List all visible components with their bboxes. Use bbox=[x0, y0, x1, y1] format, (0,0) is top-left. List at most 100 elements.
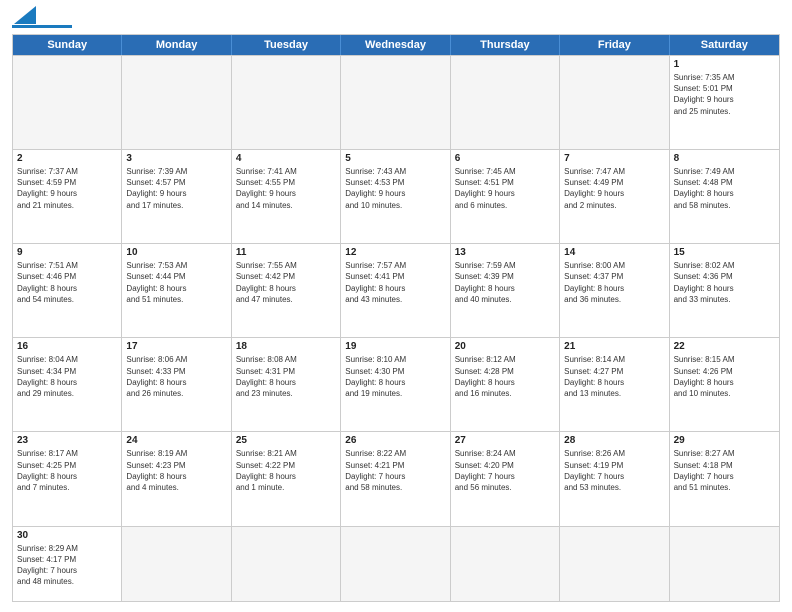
day-info: Sunrise: 7:53 AM Sunset: 4:44 PM Dayligh… bbox=[126, 260, 226, 305]
page: SundayMondayTuesdayWednesdayThursdayFrid… bbox=[0, 0, 792, 612]
calendar-cell: 15 Sunrise: 8:02 AM Sunset: 4:36 PM Dayli… bbox=[670, 244, 779, 337]
day-info: Sunrise: 8:29 AM Sunset: 4:17 PM Dayligh… bbox=[17, 543, 117, 588]
day-number: 15 bbox=[674, 247, 775, 258]
calendar-body: 1 Sunrise: 7:35 AM Sunset: 5:01 PM Daylig… bbox=[13, 55, 779, 601]
calendar-cell bbox=[341, 56, 450, 149]
weekday-header-friday: Friday bbox=[560, 35, 669, 55]
calendar-cell: 7 Sunrise: 7:47 AM Sunset: 4:49 PM Daylig… bbox=[560, 150, 669, 243]
day-info: Sunrise: 7:47 AM Sunset: 4:49 PM Dayligh… bbox=[564, 166, 664, 211]
day-number: 21 bbox=[564, 341, 664, 352]
calendar-cell bbox=[122, 56, 231, 149]
day-info: Sunrise: 8:00 AM Sunset: 4:37 PM Dayligh… bbox=[564, 260, 664, 305]
calendar-cell bbox=[560, 56, 669, 149]
logo bbox=[12, 10, 72, 28]
calendar-cell: 5 Sunrise: 7:43 AM Sunset: 4:53 PM Daylig… bbox=[341, 150, 450, 243]
day-number: 23 bbox=[17, 435, 117, 446]
day-number: 27 bbox=[455, 435, 555, 446]
calendar-cell: 6 Sunrise: 7:45 AM Sunset: 4:51 PM Daylig… bbox=[451, 150, 560, 243]
weekday-header-thursday: Thursday bbox=[451, 35, 560, 55]
calendar-cell: 18Sunrise: 8:08 AM Sunset: 4:31 PM Dayli… bbox=[232, 338, 341, 431]
day-number: 17 bbox=[126, 341, 226, 352]
calendar-row-5: 30 Sunrise: 8:29 AM Sunset: 4:17 PM Dayli… bbox=[13, 526, 779, 601]
day-number: 26 bbox=[345, 435, 445, 446]
day-number: 12 bbox=[345, 247, 445, 258]
day-info: Sunrise: 7:57 AM Sunset: 4:41 PM Dayligh… bbox=[345, 260, 445, 305]
day-info: Sunrise: 8:06 AM Sunset: 4:33 PM Dayligh… bbox=[126, 354, 226, 399]
day-info: Sunrise: 7:43 AM Sunset: 4:53 PM Dayligh… bbox=[345, 166, 445, 211]
day-number: 22 bbox=[674, 341, 775, 352]
calendar: SundayMondayTuesdayWednesdayThursdayFrid… bbox=[12, 34, 780, 602]
day-info: Sunrise: 7:59 AM Sunset: 4:39 PM Dayligh… bbox=[455, 260, 555, 305]
calendar-cell: 27 Sunrise: 8:24 AM Sunset: 4:20 PM Dayli… bbox=[451, 432, 560, 525]
calendar-cell: 3 Sunrise: 7:39 AM Sunset: 4:57 PM Daylig… bbox=[122, 150, 231, 243]
calendar-cell: 12 Sunrise: 7:57 AM Sunset: 4:41 PM Dayli… bbox=[341, 244, 450, 337]
calendar-cell: 1 Sunrise: 7:35 AM Sunset: 5:01 PM Daylig… bbox=[670, 56, 779, 149]
day-number: 30 bbox=[17, 530, 117, 541]
header bbox=[12, 10, 780, 28]
calendar-cell: 26 Sunrise: 8:22 AM Sunset: 4:21 PM Dayli… bbox=[341, 432, 450, 525]
day-info: Sunrise: 8:24 AM Sunset: 4:20 PM Dayligh… bbox=[455, 448, 555, 493]
calendar-cell: 2 Sunrise: 7:37 AM Sunset: 4:59 PM Daylig… bbox=[13, 150, 122, 243]
day-info: Sunrise: 7:45 AM Sunset: 4:51 PM Dayligh… bbox=[455, 166, 555, 211]
day-number: 1 bbox=[674, 59, 775, 70]
calendar-cell bbox=[341, 527, 450, 601]
calendar-cell bbox=[122, 527, 231, 601]
day-info: Sunrise: 8:17 AM Sunset: 4:25 PM Dayligh… bbox=[17, 448, 117, 493]
day-number: 24 bbox=[126, 435, 226, 446]
calendar-cell: 19Sunrise: 8:10 AM Sunset: 4:30 PM Dayli… bbox=[341, 338, 450, 431]
calendar-cell bbox=[232, 56, 341, 149]
calendar-cell: 10Sunrise: 7:53 AM Sunset: 4:44 PM Dayli… bbox=[122, 244, 231, 337]
calendar-cell: 8Sunrise: 7:49 AM Sunset: 4:48 PM Daylig… bbox=[670, 150, 779, 243]
day-info: Sunrise: 8:08 AM Sunset: 4:31 PM Dayligh… bbox=[236, 354, 336, 399]
calendar-cell: 24 Sunrise: 8:19 AM Sunset: 4:23 PM Dayli… bbox=[122, 432, 231, 525]
calendar-cell: 17 Sunrise: 8:06 AM Sunset: 4:33 PM Dayli… bbox=[122, 338, 231, 431]
weekday-header-saturday: Saturday bbox=[670, 35, 779, 55]
day-info: Sunrise: 7:37 AM Sunset: 4:59 PM Dayligh… bbox=[17, 166, 117, 211]
calendar-cell bbox=[451, 527, 560, 601]
day-info: Sunrise: 8:21 AM Sunset: 4:22 PM Dayligh… bbox=[236, 448, 336, 493]
day-number: 6 bbox=[455, 153, 555, 164]
calendar-cell: 13 Sunrise: 7:59 AM Sunset: 4:39 PM Dayli… bbox=[451, 244, 560, 337]
day-info: Sunrise: 8:02 AM Sunset: 4:36 PM Dayligh… bbox=[674, 260, 775, 305]
day-number: 13 bbox=[455, 247, 555, 258]
day-number: 28 bbox=[564, 435, 664, 446]
calendar-row-3: 16Sunrise: 8:04 AM Sunset: 4:34 PM Dayli… bbox=[13, 337, 779, 431]
day-info: Sunrise: 7:51 AM Sunset: 4:46 PM Dayligh… bbox=[17, 260, 117, 305]
weekday-header-sunday: Sunday bbox=[13, 35, 122, 55]
calendar-cell bbox=[13, 56, 122, 149]
day-info: Sunrise: 7:41 AM Sunset: 4:55 PM Dayligh… bbox=[236, 166, 336, 211]
calendar-cell: 9Sunrise: 7:51 AM Sunset: 4:46 PM Daylig… bbox=[13, 244, 122, 337]
day-number: 29 bbox=[674, 435, 775, 446]
calendar-cell: 30 Sunrise: 8:29 AM Sunset: 4:17 PM Dayli… bbox=[13, 527, 122, 601]
day-info: Sunrise: 8:12 AM Sunset: 4:28 PM Dayligh… bbox=[455, 354, 555, 399]
calendar-cell: 29 Sunrise: 8:27 AM Sunset: 4:18 PM Dayli… bbox=[670, 432, 779, 525]
calendar-row-1: 2 Sunrise: 7:37 AM Sunset: 4:59 PM Daylig… bbox=[13, 149, 779, 243]
day-number: 5 bbox=[345, 153, 445, 164]
day-number: 11 bbox=[236, 247, 336, 258]
day-info: Sunrise: 8:22 AM Sunset: 4:21 PM Dayligh… bbox=[345, 448, 445, 493]
day-info: Sunrise: 7:39 AM Sunset: 4:57 PM Dayligh… bbox=[126, 166, 226, 211]
day-info: Sunrise: 8:04 AM Sunset: 4:34 PM Dayligh… bbox=[17, 354, 117, 399]
day-info: Sunrise: 8:27 AM Sunset: 4:18 PM Dayligh… bbox=[674, 448, 775, 493]
day-info: Sunrise: 7:55 AM Sunset: 4:42 PM Dayligh… bbox=[236, 260, 336, 305]
calendar-row-0: 1 Sunrise: 7:35 AM Sunset: 5:01 PM Daylig… bbox=[13, 55, 779, 149]
day-number: 25 bbox=[236, 435, 336, 446]
day-info: Sunrise: 8:14 AM Sunset: 4:27 PM Dayligh… bbox=[564, 354, 664, 399]
calendar-cell: 4Sunrise: 7:41 AM Sunset: 4:55 PM Daylig… bbox=[232, 150, 341, 243]
calendar-row-2: 9Sunrise: 7:51 AM Sunset: 4:46 PM Daylig… bbox=[13, 243, 779, 337]
calendar-cell: 28 Sunrise: 8:26 AM Sunset: 4:19 PM Dayli… bbox=[560, 432, 669, 525]
day-info: Sunrise: 8:19 AM Sunset: 4:23 PM Dayligh… bbox=[126, 448, 226, 493]
day-info: Sunrise: 8:26 AM Sunset: 4:19 PM Dayligh… bbox=[564, 448, 664, 493]
calendar-cell: 22Sunrise: 8:15 AM Sunset: 4:26 PM Dayli… bbox=[670, 338, 779, 431]
day-number: 2 bbox=[17, 153, 117, 164]
weekday-header-tuesday: Tuesday bbox=[232, 35, 341, 55]
day-info: Sunrise: 7:35 AM Sunset: 5:01 PM Dayligh… bbox=[674, 72, 775, 117]
calendar-cell bbox=[560, 527, 669, 601]
calendar-cell: 14 Sunrise: 8:00 AM Sunset: 4:37 PM Dayli… bbox=[560, 244, 669, 337]
calendar-cell: 23 Sunrise: 8:17 AM Sunset: 4:25 PM Dayli… bbox=[13, 432, 122, 525]
day-number: 7 bbox=[564, 153, 664, 164]
logo-underline bbox=[12, 25, 72, 28]
day-number: 14 bbox=[564, 247, 664, 258]
day-info: Sunrise: 7:49 AM Sunset: 4:48 PM Dayligh… bbox=[674, 166, 775, 211]
day-number: 3 bbox=[126, 153, 226, 164]
